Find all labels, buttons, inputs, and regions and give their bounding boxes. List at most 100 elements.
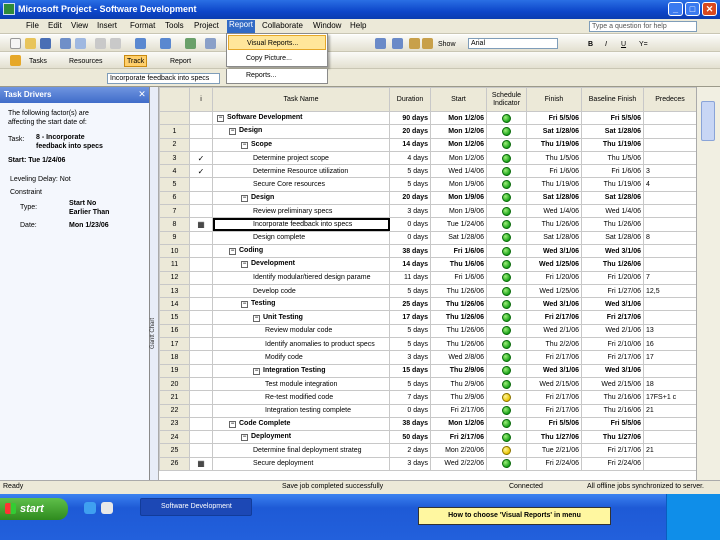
task-name[interactable]: Integration testing complete xyxy=(212,403,390,418)
duration[interactable]: 38 days xyxy=(389,416,431,432)
duration[interactable]: 5 days xyxy=(389,283,431,299)
font-combo[interactable]: Arial xyxy=(468,38,558,49)
menu-collaborate[interactable]: Collaborate xyxy=(262,21,303,30)
menu-file[interactable]: File xyxy=(26,21,39,30)
baseline-finish[interactable]: Thu 2/16/06 xyxy=(581,403,644,418)
predecessors[interactable]: 17FS+1 c xyxy=(643,390,696,405)
menu-view[interactable]: View xyxy=(71,21,88,30)
row-indicator[interactable] xyxy=(189,310,213,325)
add-icon[interactable] xyxy=(409,38,420,49)
guide-track-button[interactable]: Track xyxy=(124,55,148,67)
duration[interactable]: 2 days xyxy=(389,443,431,458)
baseline-finish[interactable]: Thu 2/16/06 xyxy=(581,390,644,405)
task-name[interactable]: Secure Core resources xyxy=(212,177,390,192)
row-indicator[interactable] xyxy=(189,270,213,285)
row-indicator[interactable] xyxy=(189,297,213,312)
duration[interactable]: 3 days xyxy=(389,456,431,472)
table-row[interactable]: 9 Design complete 0 days Sat 1/28/06 Sat 1/2… xyxy=(159,230,696,245)
start-date[interactable]: Thu 1/6/06 xyxy=(430,257,487,272)
print-preview-icon[interactable] xyxy=(75,38,86,49)
table-row[interactable]: 16 Review modular code 5 days Thu 1/26/06 We… xyxy=(159,323,696,339)
row-id[interactable]: 11 xyxy=(159,257,190,272)
finish-date[interactable]: Thu 1/5/06 xyxy=(526,150,582,166)
finish-date[interactable]: Tue 2/21/06 xyxy=(526,443,582,458)
finish-date[interactable]: Thu 1/27/06 xyxy=(526,430,582,445)
finish-date[interactable]: Fri 2/17/06 xyxy=(526,310,582,325)
schedule-indicator[interactable] xyxy=(486,270,527,285)
finish-date[interactable]: Thu 2/2/06 xyxy=(526,337,582,352)
predecessors[interactable] xyxy=(643,243,696,259)
row-indicator[interactable]: ▦ xyxy=(189,456,213,472)
table-row[interactable]: 8 ▦ Incorporate feedback into specs 0 days T… xyxy=(159,217,696,232)
baseline-finish[interactable]: Wed 2/1/06 xyxy=(581,323,644,339)
collapse-toggle-icon[interactable]: − xyxy=(217,115,224,123)
task-name[interactable]: − Design xyxy=(212,190,390,206)
duration[interactable]: 3 days xyxy=(389,204,431,219)
baseline-finish[interactable]: Thu 1/19/06 xyxy=(581,177,644,192)
row-indicator[interactable] xyxy=(189,190,213,206)
row-indicator[interactable]: ▦ xyxy=(189,217,213,232)
start-date[interactable]: Fri 1/6/06 xyxy=(430,270,487,285)
finish-date[interactable]: Wed 3/1/06 xyxy=(526,363,582,378)
finish-date[interactable]: Wed 2/1/06 xyxy=(526,323,582,339)
start-date[interactable]: Thu 1/26/06 xyxy=(430,310,487,325)
row-id[interactable]: 6 xyxy=(159,190,190,206)
duration[interactable]: 11 days xyxy=(389,270,431,285)
row-id[interactable]: 17 xyxy=(159,337,190,352)
row-id[interactable]: 10 xyxy=(159,243,190,259)
schedule-indicator[interactable] xyxy=(486,257,527,272)
start-date[interactable]: Wed 2/22/06 xyxy=(430,456,487,472)
table-row[interactable]: 24− Deployment 50 days Fri 2/17/06 Thu 1/27/… xyxy=(159,430,696,445)
task-name[interactable]: − Deployment xyxy=(212,430,390,445)
task-name[interactable]: Determine project scope xyxy=(212,150,390,166)
pane-close-icon[interactable]: ✕ xyxy=(136,88,148,101)
start-date[interactable]: Thu 2/9/06 xyxy=(430,376,487,392)
finish-date[interactable]: Wed 3/1/06 xyxy=(526,297,582,312)
row-indicator[interactable] xyxy=(189,124,213,139)
predecessors[interactable] xyxy=(643,310,696,325)
guide-report-button[interactable]: Report xyxy=(167,55,194,67)
baseline-finish[interactable]: Thu 1/5/06 xyxy=(581,150,644,166)
menu-reports[interactable]: Reports... xyxy=(226,69,328,84)
table-row[interactable]: 19− Integration Testing 15 days Thu 2/9/06 W… xyxy=(159,363,696,378)
row-indicator[interactable]: ✓ xyxy=(189,150,213,166)
column-header-3[interactable]: Duration xyxy=(389,87,431,112)
task-name[interactable]: − Integration Testing xyxy=(212,363,390,378)
table-row[interactable]: − Software Development 90 days Mon 1/2/06 Fr… xyxy=(159,110,696,126)
duration[interactable]: 5 days xyxy=(389,376,431,392)
row-id[interactable]: 14 xyxy=(159,297,190,312)
collapse-toggle-icon[interactable]: − xyxy=(241,434,248,442)
menu-copy-picture[interactable]: Copy Picture... xyxy=(228,51,326,66)
table-row[interactable]: 20 Test module integration 5 days Thu 2/9/0… xyxy=(159,376,696,392)
row-id[interactable]: 15 xyxy=(159,310,190,325)
row-id[interactable]: 13 xyxy=(159,283,190,299)
finish-date[interactable]: Sat 1/28/06 xyxy=(526,230,582,245)
row-indicator[interactable] xyxy=(189,283,213,299)
baseline-finish[interactable]: Thu 1/26/06 xyxy=(581,217,644,232)
predecessors[interactable]: 18 xyxy=(643,376,696,392)
row-id[interactable]: 7 xyxy=(159,204,190,219)
predecessors[interactable]: 16 xyxy=(643,337,696,352)
table-row[interactable]: 21 Re-test modified code 7 days Thu 2/9/06 F… xyxy=(159,390,696,405)
start-date[interactable]: Mon 2/20/06 xyxy=(430,443,487,458)
table-row[interactable]: 11− Development 14 days Thu 1/6/06 Wed 1/25/… xyxy=(159,257,696,272)
predecessors[interactable]: 12,5 xyxy=(643,283,696,299)
start-date[interactable]: Thu 1/26/06 xyxy=(430,337,487,352)
baseline-finish[interactable]: Fri 1/27/06 xyxy=(581,283,644,299)
close-button[interactable]: ✕ xyxy=(702,2,717,16)
finish-date[interactable]: Fri 2/17/06 xyxy=(526,390,582,405)
start-date[interactable]: Mon 1/9/06 xyxy=(430,190,487,206)
row-indicator[interactable] xyxy=(189,443,213,458)
start-date[interactable]: Wed 2/8/06 xyxy=(430,350,487,365)
row-id[interactable]: 25 xyxy=(159,443,190,458)
table-row[interactable]: 25 Determine final deployment strateg 2 da… xyxy=(159,443,696,458)
collapse-toggle-icon[interactable]: − xyxy=(241,301,248,309)
schedule-indicator[interactable] xyxy=(486,376,527,392)
predecessors[interactable] xyxy=(643,363,696,378)
start-date[interactable]: Sat 1/28/06 xyxy=(430,230,487,245)
table-row[interactable]: 6− Design 20 days Mon 1/9/06 Sat 1/28/06 Sat … xyxy=(159,190,696,206)
duration[interactable]: 5 days xyxy=(389,337,431,352)
table-row[interactable]: 22 Integration testing complete 0 days Fri … xyxy=(159,403,696,418)
schedule-indicator[interactable] xyxy=(486,350,527,365)
table-row[interactable]: 12 Identify modular/tiered design parame 1… xyxy=(159,270,696,285)
